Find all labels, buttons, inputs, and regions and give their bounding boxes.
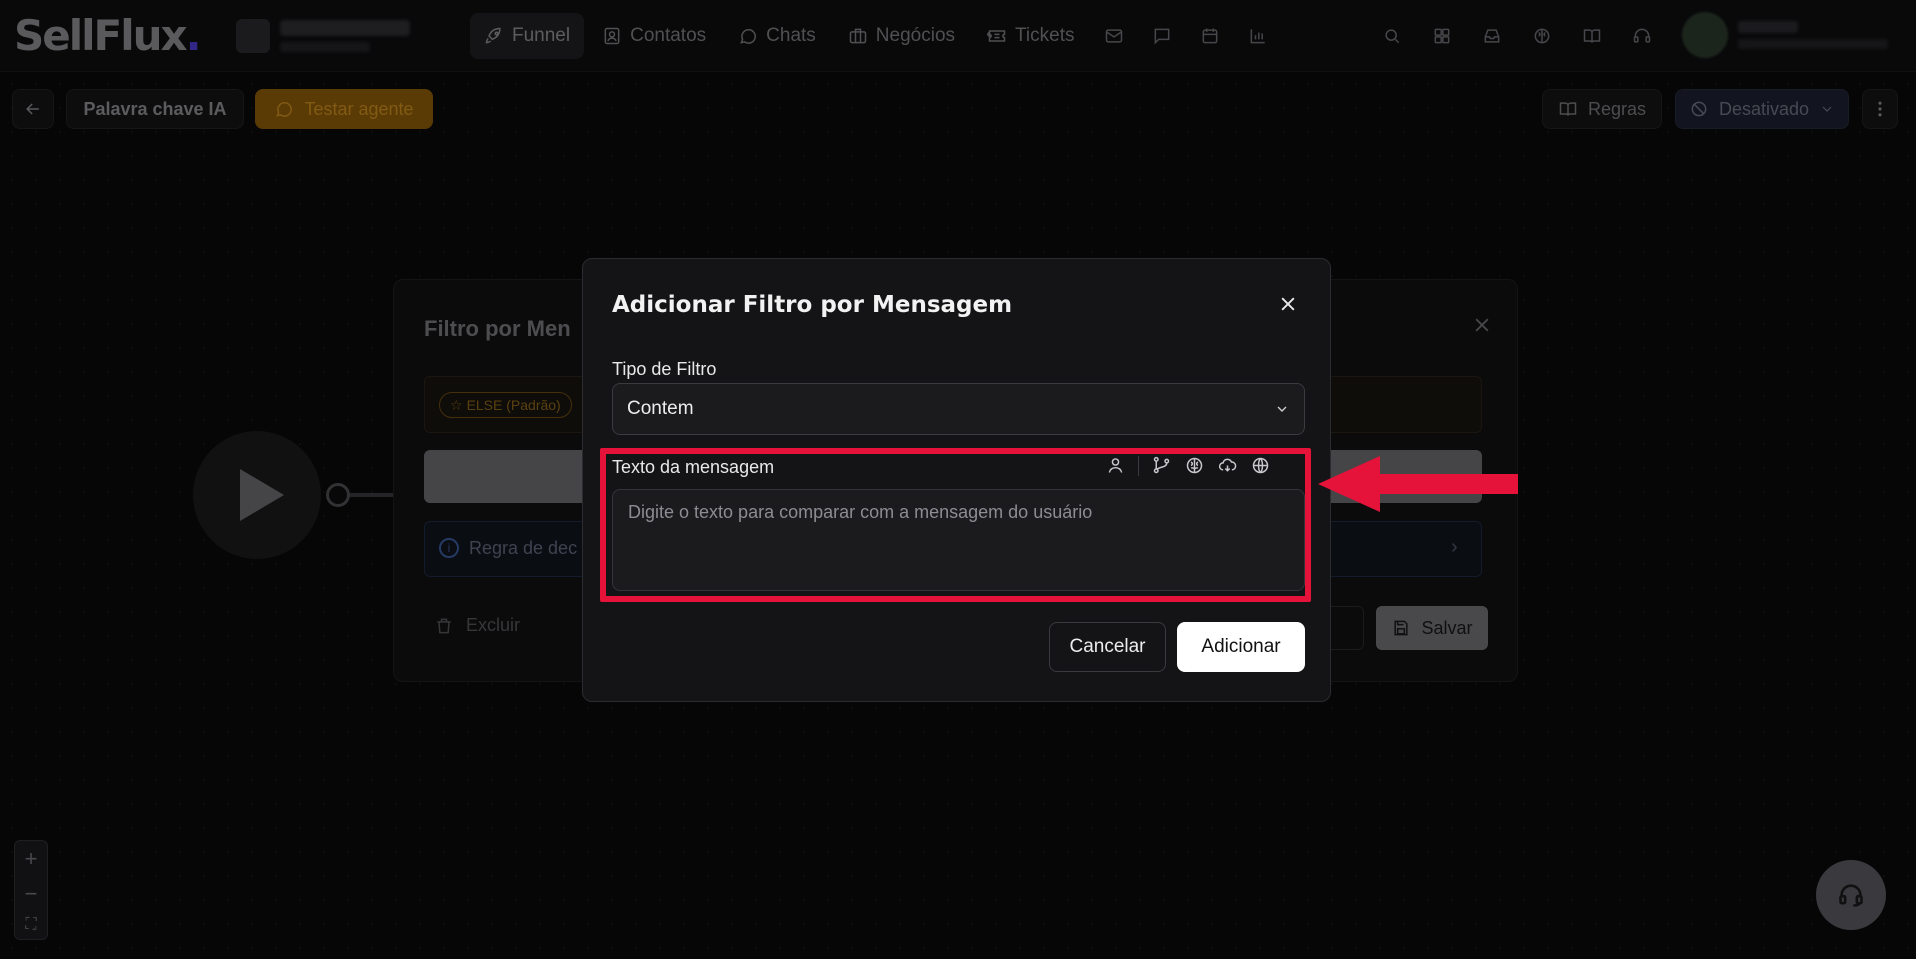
cancel-button[interactable]: Cancelar — [1049, 622, 1166, 672]
annotation-arrow-icon — [1318, 456, 1518, 512]
annotation-highlight-box — [600, 448, 1311, 602]
zoom-out-icon[interactable]: − — [25, 881, 38, 907]
fit-view-icon[interactable]: ⛶ — [25, 916, 36, 934]
zoom-in-icon[interactable]: + — [25, 846, 38, 872]
zoom-controls: + − ⛶ — [14, 840, 48, 940]
add-button[interactable]: Adicionar — [1177, 622, 1305, 672]
dialog-close-button[interactable] — [1273, 289, 1303, 319]
chevron-down-icon — [1277, 406, 1287, 412]
support-chat-button[interactable] — [1816, 860, 1886, 930]
filter-type-label: Tipo de Filtro — [612, 359, 717, 379]
close-icon — [1281, 297, 1295, 311]
filter-type-value: Contem — [627, 398, 694, 419]
headset-icon — [1839, 884, 1863, 907]
filter-type-select[interactable]: Contem — [612, 383, 1305, 435]
dialog-title: Adicionar Filtro por Mensagem — [612, 292, 1013, 318]
add-label: Adicionar — [1201, 636, 1281, 657]
cancel-label: Cancelar — [1069, 636, 1146, 657]
